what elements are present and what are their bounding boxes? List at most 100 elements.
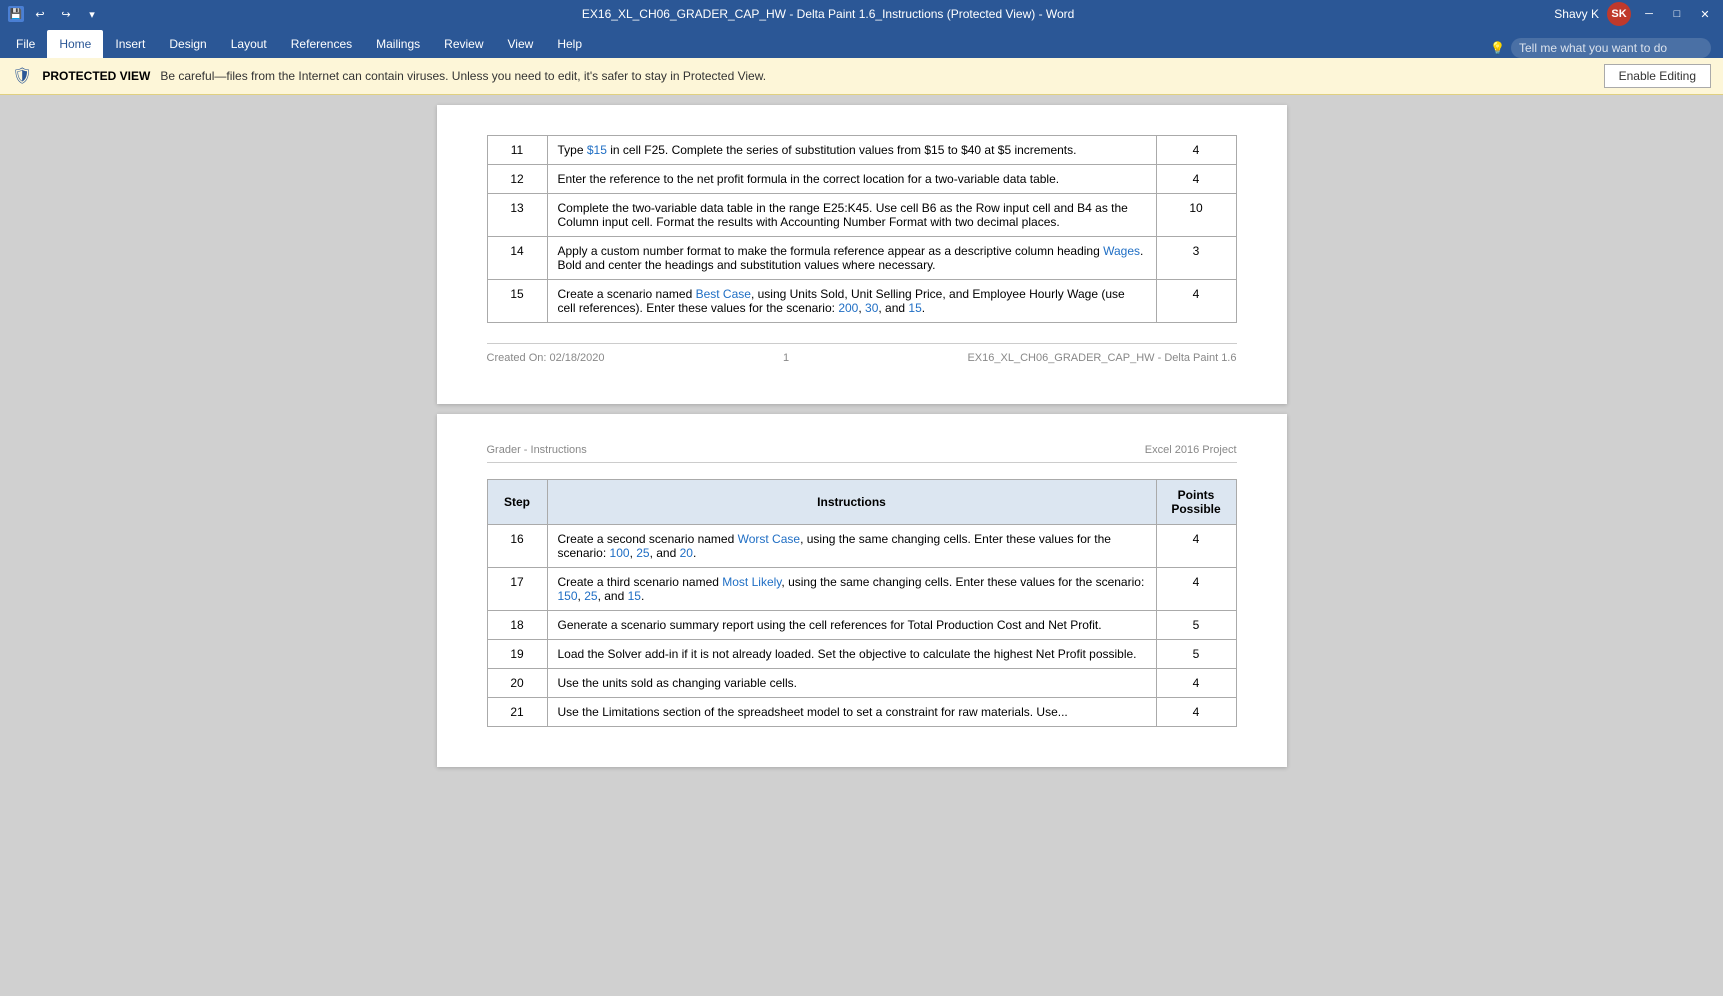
save-icon[interactable]: 💾 — [8, 6, 24, 22]
step-cell: 21 — [487, 698, 547, 727]
step-cell: 12 — [487, 165, 547, 194]
title-bar-right: Shavy K SK ─ □ ✕ — [1554, 2, 1715, 26]
grader-header-left: Grader - Instructions — [487, 444, 587, 456]
protected-view-message: Be careful—files from the Internet can c… — [160, 69, 1593, 83]
points-cell: 4 — [1156, 698, 1236, 727]
points-cell: 3 — [1156, 237, 1236, 280]
link-30[interactable]: 30 — [865, 301, 878, 315]
user-name: Shavy K — [1554, 7, 1599, 21]
table-header-row: Step Instructions PointsPossible — [487, 480, 1236, 525]
link-15c[interactable]: 15 — [628, 589, 641, 603]
table-row: 20 Use the units sold as changing variab… — [487, 669, 1236, 698]
link-150[interactable]: 150 — [558, 589, 578, 603]
table-row: 17 Create a third scenario named Most Li… — [487, 568, 1236, 611]
tab-layout[interactable]: Layout — [219, 30, 279, 58]
protected-view-label: PROTECTED VIEW — [42, 69, 150, 83]
table-row: 14 Apply a custom number format to make … — [487, 237, 1236, 280]
footer-filename: EX16_XL_CH06_GRADER_CAP_HW - Delta Paint… — [967, 352, 1236, 364]
step-cell: 19 — [487, 640, 547, 669]
minimize-button[interactable]: ─ — [1639, 6, 1659, 22]
link-25[interactable]: 25 — [636, 546, 649, 560]
table-row: 18 Generate a scenario summary report us… — [487, 611, 1236, 640]
shield-icon: 🛡 — [12, 66, 32, 86]
instruction-cell: Load the Solver add-in if it is not alre… — [547, 640, 1156, 669]
customize-button[interactable]: ▾ — [82, 6, 102, 22]
instruction-cell: Use the Limitations section of the sprea… — [547, 698, 1156, 727]
lightbulb-icon: 💡 — [1490, 41, 1505, 55]
tab-references[interactable]: References — [279, 30, 364, 58]
tab-home[interactable]: Home — [47, 30, 103, 58]
points-cell: 4 — [1156, 280, 1236, 323]
header-instructions: Instructions — [547, 480, 1156, 525]
tab-review[interactable]: Review — [432, 30, 495, 58]
tab-view[interactable]: View — [496, 30, 546, 58]
points-cell: 4 — [1156, 669, 1236, 698]
instruction-cell: Create a second scenario named Worst Cas… — [547, 525, 1156, 568]
tab-insert[interactable]: Insert — [103, 30, 157, 58]
tab-help[interactable]: Help — [545, 30, 594, 58]
title-bar-left: 💾 ↩ ↪ ▾ — [8, 6, 102, 22]
step-cell: 18 — [487, 611, 547, 640]
grader-header: Grader - Instructions Excel 2016 Project — [487, 444, 1237, 463]
protected-view-bar: 🛡 PROTECTED VIEW Be careful—files from t… — [0, 58, 1723, 95]
instruction-cell: Apply a custom number format to make the… — [547, 237, 1156, 280]
points-cell: 4 — [1156, 136, 1236, 165]
link-20[interactable]: 20 — [680, 546, 693, 560]
page-1: 11 Type $15 in cell F25. Complete the se… — [437, 105, 1287, 404]
points-cell: 10 — [1156, 194, 1236, 237]
link-15[interactable]: $15 — [587, 143, 607, 157]
link-15b[interactable]: 15 — [908, 301, 921, 315]
link-worst-case[interactable]: Worst Case — [738, 532, 800, 546]
footer-created: Created On: 02/18/2020 — [487, 352, 605, 364]
page-2: Grader - Instructions Excel 2016 Project… — [437, 414, 1287, 767]
tell-me-input[interactable] — [1511, 38, 1711, 58]
instruction-cell: Type $15 in cell F25. Complete the serie… — [547, 136, 1156, 165]
link-best-case[interactable]: Best Case — [696, 287, 751, 301]
instructions-table-2: Step Instructions PointsPossible 16 Crea… — [487, 479, 1237, 727]
close-button[interactable]: ✕ — [1695, 6, 1715, 22]
tell-me-section: 💡 — [1478, 38, 1723, 58]
redo-button[interactable]: ↪ — [56, 6, 76, 22]
points-cell: 5 — [1156, 640, 1236, 669]
table-row: 16 Create a second scenario named Worst … — [487, 525, 1236, 568]
tab-mailings[interactable]: Mailings — [364, 30, 432, 58]
step-cell: 15 — [487, 280, 547, 323]
maximize-button[interactable]: □ — [1667, 6, 1687, 22]
step-cell: 14 — [487, 237, 547, 280]
window-title: EX16_XL_CH06_GRADER_CAP_HW - Delta Paint… — [102, 7, 1554, 21]
link-200[interactable]: 200 — [838, 301, 858, 315]
undo-button[interactable]: ↩ — [30, 6, 50, 22]
step-cell: 16 — [487, 525, 547, 568]
tab-file[interactable]: File — [4, 30, 47, 58]
instruction-cell: Create a scenario named Best Case, using… — [547, 280, 1156, 323]
instruction-cell: Enter the reference to the net profit fo… — [547, 165, 1156, 194]
instruction-cell: Create a third scenario named Most Likel… — [547, 568, 1156, 611]
link-wages[interactable]: Wages — [1103, 244, 1140, 258]
step-cell: 17 — [487, 568, 547, 611]
header-points: PointsPossible — [1156, 480, 1236, 525]
step-cell: 20 — [487, 669, 547, 698]
link-100[interactable]: 100 — [610, 546, 630, 560]
link-25b[interactable]: 25 — [584, 589, 597, 603]
document-area: 11 Type $15 in cell F25. Complete the se… — [0, 95, 1723, 996]
avatar[interactable]: SK — [1607, 2, 1631, 26]
table-row: 13 Complete the two-variable data table … — [487, 194, 1236, 237]
points-cell: 5 — [1156, 611, 1236, 640]
points-cell: 4 — [1156, 525, 1236, 568]
instruction-cell: Complete the two-variable data table in … — [547, 194, 1156, 237]
instruction-cell: Use the units sold as changing variable … — [547, 669, 1156, 698]
points-cell: 4 — [1156, 568, 1236, 611]
link-most-likely[interactable]: Most Likely — [722, 575, 781, 589]
step-cell: 11 — [487, 136, 547, 165]
footer-page-number: 1 — [783, 352, 789, 364]
page-footer-1: Created On: 02/18/2020 1 EX16_XL_CH06_GR… — [487, 343, 1237, 364]
table-row: 19 Load the Solver add-in if it is not a… — [487, 640, 1236, 669]
table-row: 12 Enter the reference to the net profit… — [487, 165, 1236, 194]
table-row: 11 Type $15 in cell F25. Complete the se… — [487, 136, 1236, 165]
table-row: 21 Use the Limitations section of the sp… — [487, 698, 1236, 727]
step-cell: 13 — [487, 194, 547, 237]
table-row: 15 Create a scenario named Best Case, us… — [487, 280, 1236, 323]
tab-design[interactable]: Design — [157, 30, 218, 58]
enable-editing-button[interactable]: Enable Editing — [1604, 64, 1711, 88]
instruction-cell: Generate a scenario summary report using… — [547, 611, 1156, 640]
